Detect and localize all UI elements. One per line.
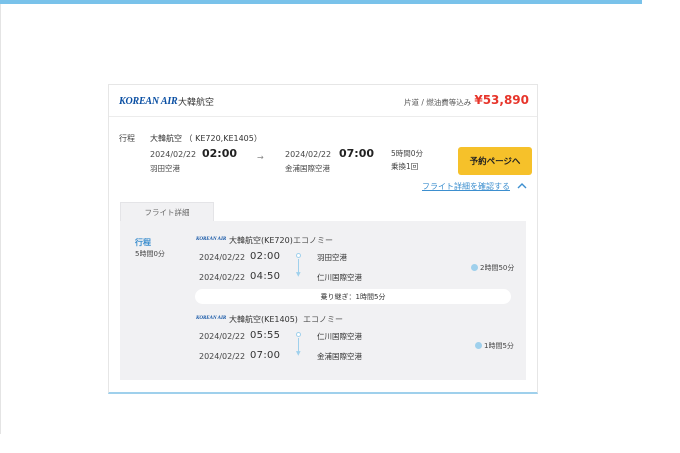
trip-airline-flights: 大韓航空 （ KE720,KE1405） — [150, 134, 262, 143]
arrival-time: 07:00 — [339, 147, 375, 160]
departure-time: 02:00 — [202, 147, 238, 160]
airline-name: 大韓航空 — [178, 98, 215, 108]
detail-trip-label: 行程 — [135, 238, 151, 247]
segment-arrival-date: 2024/02/22 — [199, 352, 246, 361]
korean-air-logo-small: KOREAN AIR — [196, 316, 227, 321]
clock-icon — [471, 264, 478, 271]
fare-note: 片道 / 燃油費等込み — [404, 98, 472, 107]
timeline-node — [296, 253, 301, 258]
price: ¥53,890 — [474, 93, 529, 107]
segment-departure-time: 02:00 — [250, 251, 281, 262]
timeline-arrow-icon: ▼ — [296, 350, 301, 357]
book-page-button[interactable]: 予約ページへ — [458, 147, 532, 175]
timeline-arrow-icon: ▼ — [296, 271, 301, 278]
korean-air-logo: KOREAN AIR — [119, 96, 178, 107]
segment-arrival-date: 2024/02/22 — [199, 273, 246, 282]
segment-arrival-time: 04:50 — [250, 271, 281, 282]
segment-arrival-airport: 金浦国際空港 — [317, 352, 362, 361]
total-duration: 5時間0分 — [391, 149, 424, 158]
segment-departure-airport: 羽田空港 — [317, 253, 347, 262]
segment-departure-date: 2024/02/22 — [199, 253, 246, 262]
departure-airport: 羽田空港 — [150, 164, 180, 173]
arrival-airport: 金浦国際空港 — [285, 164, 330, 173]
timeline-node — [296, 332, 301, 337]
segment-arrival-time: 07:00 — [250, 350, 281, 361]
flight-detail-link[interactable]: フライト詳細を確認する — [422, 181, 510, 192]
flight-result-card: KOREAN AIR 大韓航空 片道 / 燃油費等込み ¥53,890 行程 大… — [108, 84, 538, 394]
trip-label: 行程 — [119, 134, 135, 143]
departure-date: 2024/02/22 — [150, 150, 197, 159]
segment-airline-flight: 大韓航空(KE720) — [229, 236, 293, 245]
segment-cabin: エコノミー — [303, 315, 343, 324]
korean-air-logo-small: KOREAN AIR — [196, 237, 227, 242]
arrow-right-icon: → — [257, 153, 264, 162]
segment-airline-flight: 大韓航空(KE1405) — [229, 315, 298, 324]
segment-cabin: エコノミー — [293, 236, 333, 245]
segment-departure-date: 2024/02/22 — [199, 332, 246, 341]
flight-detail-panel: 行程 5時間0分 KOREAN AIR 大韓航空(KE720) エコノミー 20… — [120, 221, 526, 380]
chevron-up-icon[interactable] — [517, 182, 527, 190]
segment-departure-time: 05:55 — [250, 330, 281, 341]
detail-trip-duration: 5時間0分 — [135, 250, 165, 258]
clock-icon — [475, 342, 482, 349]
tab-flight-detail[interactable]: フライト詳細 — [120, 202, 214, 222]
card-header: KOREAN AIR 大韓航空 片道 / 燃油費等込み ¥53,890 — [109, 85, 537, 117]
arrival-date: 2024/02/22 — [285, 150, 332, 159]
segment-departure-airport: 仁川国際空港 — [317, 332, 362, 341]
top-accent-bar — [0, 0, 642, 4]
segment-duration: 1時間5分 — [484, 342, 514, 350]
segment-duration: 2時間50分 — [480, 264, 515, 272]
layover-bar: 乗り継ぎ：1時間5分 — [195, 289, 511, 304]
transfer-count: 乗換1回 — [391, 162, 419, 171]
page-left-border — [0, 4, 1, 434]
segment-arrival-airport: 仁川国際空港 — [317, 273, 362, 282]
